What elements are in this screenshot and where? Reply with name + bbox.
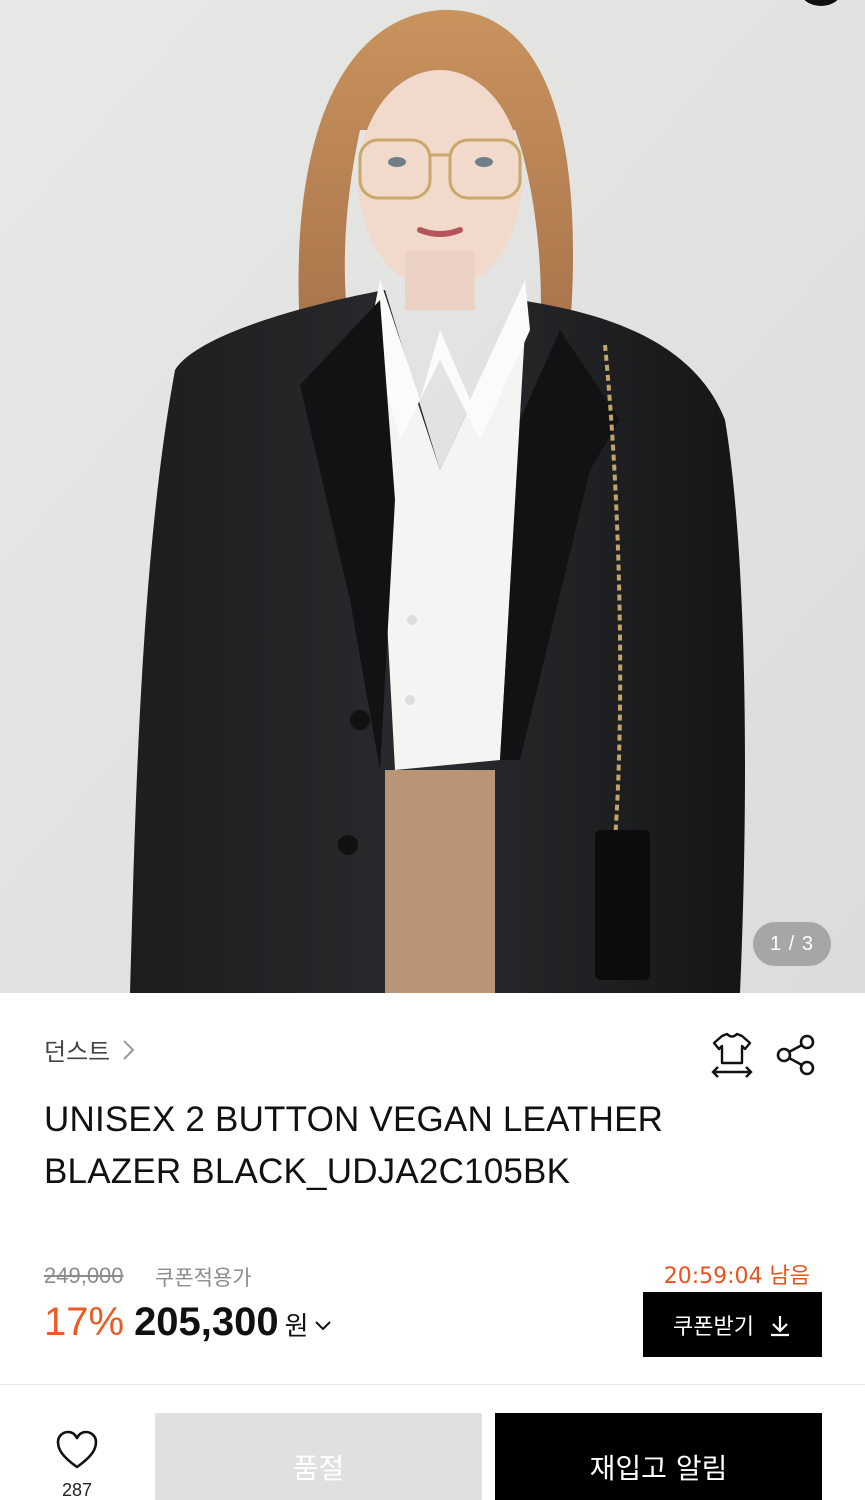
restock-alert-button[interactable]: 재입고 알림 <box>495 1413 822 1500</box>
discount-rate: 17% <box>44 1300 125 1344</box>
heart-icon <box>56 1430 98 1469</box>
product-title-line-2: BLAZER BLACK_UDJA2C105BK <box>44 1152 571 1191</box>
original-price: 249,000 <box>44 1263 124 1288</box>
brand-link[interactable]: 던스트 <box>44 1032 140 1067</box>
chevron-down-icon[interactable] <box>313 1316 333 1336</box>
product-title-line-1: UNISEX 2 BUTTON VEGAN LEATHER <box>44 1100 664 1139</box>
product-image-gallery[interactable]: 1 / 3 <box>0 0 865 993</box>
size-guide-icon[interactable] <box>708 1030 756 1080</box>
divider <box>0 1384 865 1385</box>
coupon-price-label: 쿠폰적용가 <box>155 1266 252 1290</box>
price-row[interactable]: 17% 205,300 원 <box>44 1300 333 1345</box>
currency-unit: 원 <box>284 1312 309 1342</box>
image-counter: 1 / 3 <box>753 922 831 966</box>
product-photo <box>0 0 865 993</box>
share-icon[interactable] <box>774 1033 818 1077</box>
get-coupon-button[interactable]: 쿠폰받기 <box>643 1292 822 1357</box>
restock-alert-label: 재입고 알림 <box>589 1452 728 1485</box>
like-count: 287 <box>61 1480 93 1500</box>
countdown-timer: 20:59:04 남음 <box>663 1264 810 1289</box>
brand-name: 던스트 <box>44 1038 111 1066</box>
soldout-button: 품절 <box>155 1413 482 1500</box>
chevron-right-icon <box>123 1039 135 1060</box>
product-title: UNISEX 2 BUTTON VEGAN LEATHER BLAZER BLA… <box>44 1094 804 1198</box>
like-button[interactable]: 287 <box>44 1430 110 1500</box>
download-icon <box>770 1315 789 1336</box>
get-coupon-label: 쿠폰받기 <box>673 1314 754 1340</box>
sale-price: 205,300 <box>134 1300 279 1344</box>
soldout-label: 품절 <box>292 1452 345 1485</box>
